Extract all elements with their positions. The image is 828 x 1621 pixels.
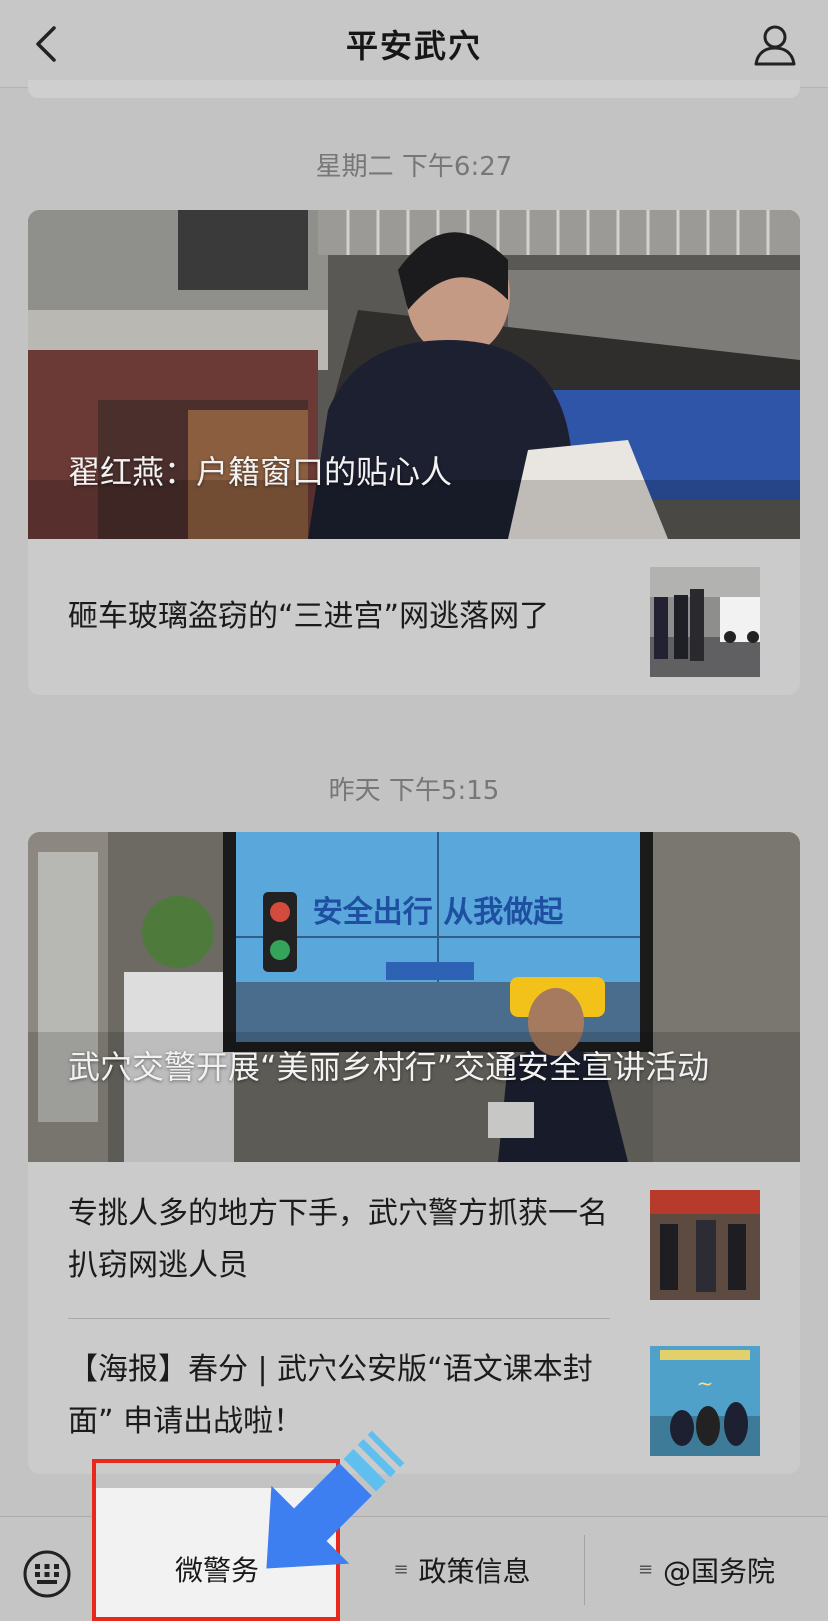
article-title: 专挑人多的地方下手，武穴警方抓获一名扒窃网逃人员 [68,1196,608,1283]
menu-list-icon: ≡ [637,1559,654,1580]
item-divider [68,1318,610,1319]
article-card: 翟红燕：户籍窗口的贴心人 砸车玻璃盗窃的“三进宫”网逃落网了 [28,210,800,695]
cover-title: 翟红燕：户籍窗口的贴心人 [68,453,453,491]
user-icon[interactable] [752,22,798,68]
timestamp: 昨天 下午5:15 [328,776,500,806]
chevron-left-icon[interactable] [26,22,70,66]
keyboard-icon[interactable] [22,1549,72,1599]
article-thumbnail [650,1190,760,1300]
article-title: 砸车玻璃盗窃的“三进宫”网逃落网了 [68,599,550,634]
screen-slogan: 安全出行 从我做起 [313,895,564,930]
page-title: 平安武穴 [345,26,482,65]
nav-bar: 平安武穴 [0,0,828,88]
menu-tab-label: @国务院 [663,1554,776,1588]
cover-title: 武穴交警开展“美丽乡村行”交通安全宣讲活动 [68,1048,710,1086]
article-item[interactable]: 专挑人多的地方下手，武穴警方抓获一名扒窃网逃人员 [28,1162,800,1318]
cover-article[interactable]: 安全出行 从我做起 武穴交警开展“美丽乡村行”交通安全宣讲活动 [28,832,800,1162]
svg-text:~: ~ [697,1371,714,1395]
article-thumbnail [650,567,760,677]
article-item[interactable]: 砸车玻璃盗窃的“三进宫”网逃落网了 [28,539,800,695]
cover-image: 安全出行 从我做起 [28,832,800,1162]
cover-article[interactable]: 翟红燕：户籍窗口的贴心人 [28,210,800,539]
article-thumbnail: ~ [650,1346,760,1456]
article-card: 安全出行 从我做起 武穴交警开展“美丽乡村行”交通安全宣讲活动 专挑人多的地方下… [28,832,800,1474]
previous-card-edge [28,80,800,98]
menu-tab-state-council[interactable]: ≡ @国务院 [585,1517,828,1621]
timestamp: 星期二 下午6:27 [315,152,513,182]
pointer-arrow-icon [266,1430,405,1569]
